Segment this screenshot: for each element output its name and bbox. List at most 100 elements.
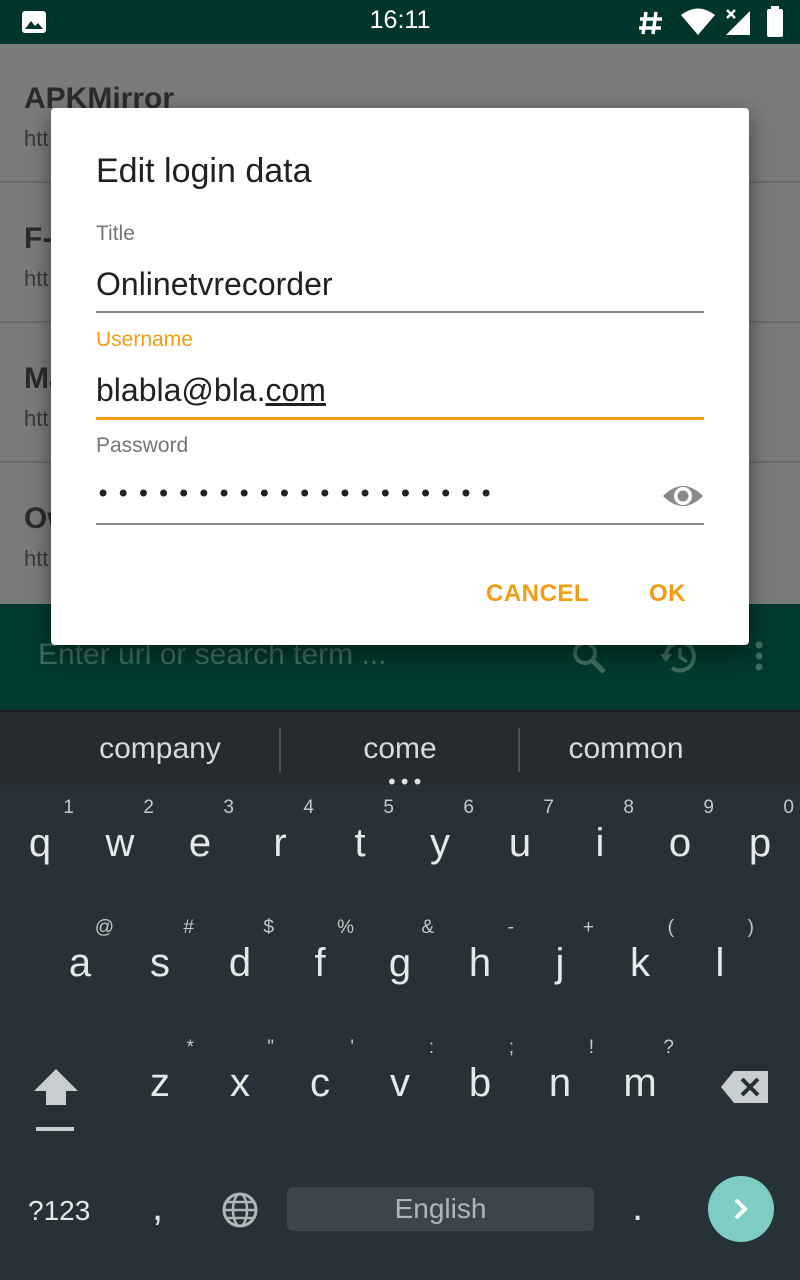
key-hint: - <box>507 917 514 938</box>
period-key[interactable]: . <box>632 1185 643 1230</box>
username-input[interactable]: blabla@bla.com <box>96 372 326 409</box>
more-vert-icon <box>755 641 763 671</box>
key-n[interactable]: ! n <box>520 1025 600 1145</box>
key-hint: * <box>186 1037 194 1058</box>
title-input[interactable]: Onlinetvrecorder <box>96 266 333 303</box>
key-b[interactable]: ; b <box>440 1025 520 1145</box>
suggestion-item[interactable]: come <box>280 732 520 766</box>
key-y[interactable]: 6y <box>400 785 480 905</box>
key-letter: v <box>390 1061 410 1105</box>
key-f[interactable]: % f <box>280 905 360 1025</box>
key-hint: ? <box>663 1037 674 1058</box>
key-o[interactable]: 9o <box>640 785 720 905</box>
key-letter: i <box>595 821 605 865</box>
key-q[interactable]: 1q <box>0 785 80 905</box>
space-key[interactable]: English <box>287 1187 594 1231</box>
list-item-url: htt <box>24 126 49 151</box>
key-letter: r <box>273 821 287 865</box>
key-letter: y <box>430 821 450 865</box>
status-bar: 16:11 <box>0 0 800 44</box>
list-item-url: htt <box>24 546 49 571</box>
key-hint: 1 <box>63 797 74 818</box>
title-input-underline <box>96 311 704 313</box>
key-a[interactable]: @ a <box>40 905 120 1025</box>
key-letter: m <box>623 1061 657 1105</box>
key-hint: + <box>582 917 594 938</box>
key-letter: j <box>555 941 565 985</box>
ok-button[interactable]: OK <box>649 580 686 608</box>
key-e[interactable]: 3e <box>160 785 240 905</box>
key-letter: o <box>668 821 692 865</box>
key-hint: 6 <box>463 797 474 818</box>
key-w[interactable]: 2w <box>80 785 160 905</box>
key-letter: d <box>228 941 252 985</box>
globe-icon[interactable] <box>221 1191 259 1229</box>
backspace-icon[interactable] <box>720 1070 770 1104</box>
symbols-key[interactable]: ?123 <box>28 1195 90 1227</box>
password-input-underline <box>96 523 704 525</box>
show-password-eye-icon[interactable] <box>661 478 705 514</box>
chevron-right-icon <box>734 1198 748 1220</box>
edit-login-dialog: Edit login data Title Onlinetvrecorder U… <box>51 108 749 645</box>
dialog-title: Edit login data <box>96 152 312 190</box>
enter-key[interactable] <box>708 1176 774 1242</box>
key-hint: 4 <box>303 797 314 818</box>
key-s[interactable]: # s <box>120 905 200 1025</box>
battery-icon <box>767 6 783 37</box>
list-item-title: F- <box>24 222 53 255</box>
comma-key[interactable]: , <box>152 1185 163 1230</box>
password-field-label: Password <box>96 434 189 457</box>
key-g[interactable]: & g <box>360 905 440 1025</box>
key-letter: p <box>748 821 772 865</box>
key-i[interactable]: 8i <box>560 785 640 905</box>
key-letter: x <box>230 1061 250 1105</box>
key-z[interactable]: * z <box>120 1025 200 1145</box>
key-c[interactable]: ' c <box>280 1025 360 1145</box>
key-hint: 2 <box>143 797 154 818</box>
key-v[interactable]: :v <box>360 1025 440 1145</box>
key-j[interactable]: + j <box>520 905 600 1025</box>
soft-keyboard: 1q2w3e4r5t6y7u8i9o0p @ a # s $ d% f & g - h + j(k) l … <box>0 785 800 1280</box>
title-field-label: Title <box>96 222 135 245</box>
key-hint: $ <box>263 917 274 938</box>
key-u[interactable]: 7u <box>480 785 560 905</box>
key-m[interactable]: ? m <box>600 1025 680 1145</box>
username-field-label: Username <box>96 328 193 351</box>
key-p[interactable]: 0p <box>720 785 800 905</box>
shift-icon[interactable] <box>30 1067 82 1133</box>
key-letter: u <box>508 821 532 865</box>
key-letter: n <box>548 1061 572 1105</box>
key-hint: ; <box>508 1037 514 1058</box>
key-letter: f <box>314 941 326 985</box>
key-hint: ( <box>667 917 674 938</box>
key-l[interactable]: ) l <box>680 905 760 1025</box>
key-hint: 3 <box>223 797 234 818</box>
wifi-icon <box>681 8 715 35</box>
key-k[interactable]: (k <box>600 905 680 1025</box>
key-d[interactable]: $ d <box>200 905 280 1025</box>
key-hint: @ <box>94 917 114 938</box>
username-autocorrect-span: com <box>265 372 326 408</box>
key-letter: q <box>28 821 52 865</box>
key-hint: % <box>337 917 354 938</box>
key-letter: c <box>310 1061 330 1105</box>
key-hint: 0 <box>783 797 794 818</box>
password-input[interactable]: •••••••••••••••••••• <box>96 480 499 508</box>
key-letter: l <box>715 941 725 985</box>
suggestion-item[interactable]: company <box>40 732 280 766</box>
key-letter: a <box>68 941 92 985</box>
key-hint: " <box>267 1037 274 1058</box>
suggestion-item[interactable]: common <box>520 732 732 766</box>
key-x[interactable]: " x <box>200 1025 280 1145</box>
key-r[interactable]: 4r <box>240 785 320 905</box>
key-h[interactable]: -h <box>440 905 520 1025</box>
key-hint: ) <box>747 917 754 938</box>
key-t[interactable]: 5t <box>320 785 400 905</box>
list-item-url: htt <box>24 406 49 431</box>
key-hint: : <box>428 1037 434 1058</box>
cancel-button[interactable]: CANCEL <box>486 580 589 608</box>
key-hint: ! <box>588 1037 594 1058</box>
key-letter: h <box>468 941 492 985</box>
hash-icon <box>639 11 662 35</box>
key-letter: z <box>150 1061 170 1105</box>
